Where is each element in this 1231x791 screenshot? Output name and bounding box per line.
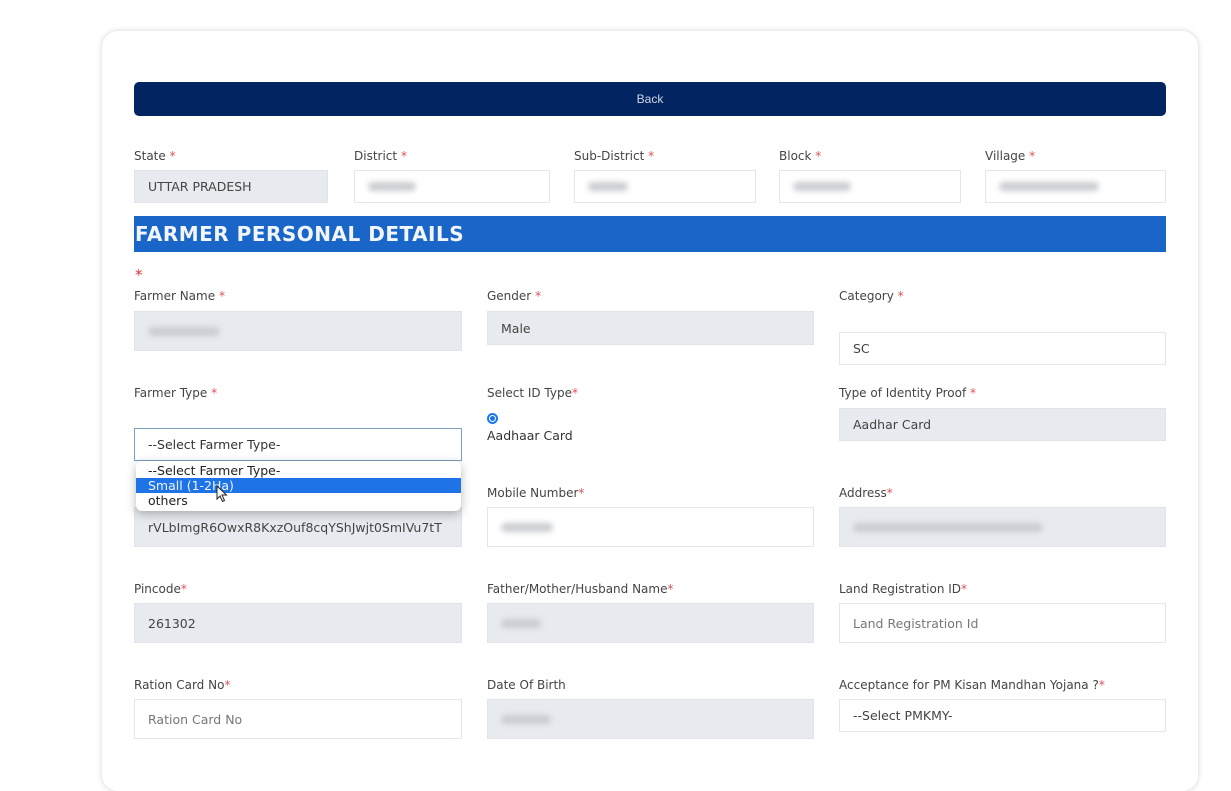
address-label-text: Address	[839, 486, 887, 500]
farmer-type-dropdown[interactable]: --Select Farmer Type- Small (1-2Ha) othe…	[136, 461, 461, 511]
village-label: Village *	[985, 149, 1035, 163]
state-label: State *	[134, 149, 176, 163]
required-mark: *	[886, 486, 893, 500]
section-header: FARMER PERSONAL DETAILS	[134, 216, 1166, 252]
redacted-value	[501, 522, 553, 532]
ration-card-input[interactable]: Ration Card No	[134, 699, 462, 739]
required-mark: *	[180, 582, 187, 596]
aadhaar-radio[interactable]	[487, 413, 498, 424]
farmer-type-label: Farmer Type *	[134, 386, 217, 400]
required-mark: *	[667, 582, 674, 596]
id-type-label-text: Select ID Type	[487, 386, 572, 400]
mobile-label: Mobile Number*	[487, 486, 584, 500]
village-label-text: Village	[985, 149, 1026, 163]
required-mark: *	[224, 678, 231, 692]
required-mark: *	[648, 149, 655, 163]
dob-label: Date Of Birth	[487, 678, 566, 692]
mouse-cursor-icon	[216, 485, 228, 503]
state-field[interactable]: UTTAR PRADESH	[134, 170, 328, 203]
block-field[interactable]	[779, 170, 961, 203]
pincode-label: Pincode*	[134, 582, 187, 596]
required-mark: *	[211, 386, 218, 400]
farmer-name-label-text: Farmer Name	[134, 289, 216, 303]
required-mark: *	[578, 486, 585, 500]
land-registration-label: Land Registration ID*	[839, 582, 967, 596]
identity-proof-label: Type of Identity Proof *	[839, 386, 976, 400]
sub-district-label-text: Sub-District	[574, 149, 645, 163]
address-field[interactable]	[839, 507, 1166, 547]
mobile-label-text: Mobile Number	[487, 486, 579, 500]
guardian-name-label-text: Father/Mother/Husband Name	[487, 582, 668, 596]
redacted-value	[501, 714, 551, 724]
address-label: Address*	[839, 486, 893, 500]
id-type-label: Select ID Type*	[487, 386, 578, 400]
required-mark: *	[169, 149, 176, 163]
required-mark: *	[1029, 149, 1036, 163]
redacted-value	[368, 182, 416, 191]
dropdown-option-highlighted[interactable]: Small (1-2Ha)	[136, 478, 461, 493]
required-mark: *	[897, 289, 904, 303]
guardian-name-field[interactable]	[487, 603, 814, 643]
category-select[interactable]: SC	[839, 332, 1166, 365]
state-label-text: State	[134, 149, 166, 163]
dob-field[interactable]	[487, 699, 814, 739]
identity-proof-label-text: Type of Identity Proof	[839, 386, 967, 400]
back-button[interactable]: Back	[134, 82, 1166, 116]
pincode-field[interactable]: 261302	[134, 603, 462, 643]
pmkmy-label: Acceptance for PM Kisan Mandhan Yojana ?…	[839, 678, 1105, 692]
district-label-text: District	[354, 149, 398, 163]
required-mark: *	[961, 582, 968, 596]
ration-card-label: Ration Card No*	[134, 678, 230, 692]
mobile-field[interactable]	[487, 507, 814, 547]
gender-label: Gender *	[487, 289, 541, 303]
pmkmy-select[interactable]: --Select PMKMY-	[839, 699, 1166, 732]
district-label: District *	[354, 149, 407, 163]
land-registration-label-text: Land Registration ID	[839, 582, 962, 596]
aadhaar-radio-label[interactable]: Aadhaar Card	[487, 428, 573, 443]
redacted-value	[588, 182, 628, 191]
pmkmy-label-text: Acceptance for PM Kisan Mandhan Yojana ?	[839, 678, 1099, 692]
required-mark: *	[1098, 678, 1105, 692]
redacted-value	[793, 182, 851, 191]
required-mark: *	[535, 289, 542, 303]
farmer-type-select[interactable]: --Select Farmer Type-	[134, 428, 462, 461]
block-label-text: Block	[779, 149, 812, 163]
farmer-name-field[interactable]	[134, 311, 462, 351]
id-number-field[interactable]: rVLbImgR6OwxR8KxzOuf8cqYShJwjt0SmIVu7tT	[134, 507, 462, 547]
category-label: Category *	[839, 289, 904, 303]
farmer-type-label-text: Farmer Type	[134, 386, 208, 400]
district-field[interactable]	[354, 170, 550, 203]
redacted-value	[853, 522, 1043, 532]
required-mark: *	[572, 386, 578, 400]
gender-label-text: Gender	[487, 289, 532, 303]
guardian-name-label: Father/Mother/Husband Name*	[487, 582, 673, 596]
ration-card-label-text: Ration Card No	[134, 678, 225, 692]
required-mark: *	[218, 289, 225, 303]
farmer-name-label: Farmer Name *	[134, 289, 225, 303]
dropdown-option[interactable]: --Select Farmer Type-	[136, 463, 461, 478]
sub-district-label: Sub-District *	[574, 149, 654, 163]
gender-field[interactable]: Male	[487, 311, 814, 345]
pincode-label-text: Pincode	[134, 582, 181, 596]
redacted-value	[501, 618, 541, 628]
required-mark: *	[970, 386, 976, 400]
required-mark: *	[400, 149, 407, 163]
land-registration-input[interactable]: Land Registration Id	[839, 603, 1166, 643]
dropdown-option[interactable]: others	[136, 493, 461, 508]
redacted-value	[999, 182, 1099, 191]
village-field[interactable]	[985, 170, 1166, 203]
required-mark: *	[815, 149, 822, 163]
sub-district-field[interactable]	[574, 170, 756, 203]
redacted-value	[148, 326, 220, 336]
block-label: Block *	[779, 149, 821, 163]
identity-proof-field[interactable]: Aadhar Card	[839, 408, 1166, 441]
category-label-text: Category	[839, 289, 894, 303]
required-mark: *	[135, 266, 143, 284]
